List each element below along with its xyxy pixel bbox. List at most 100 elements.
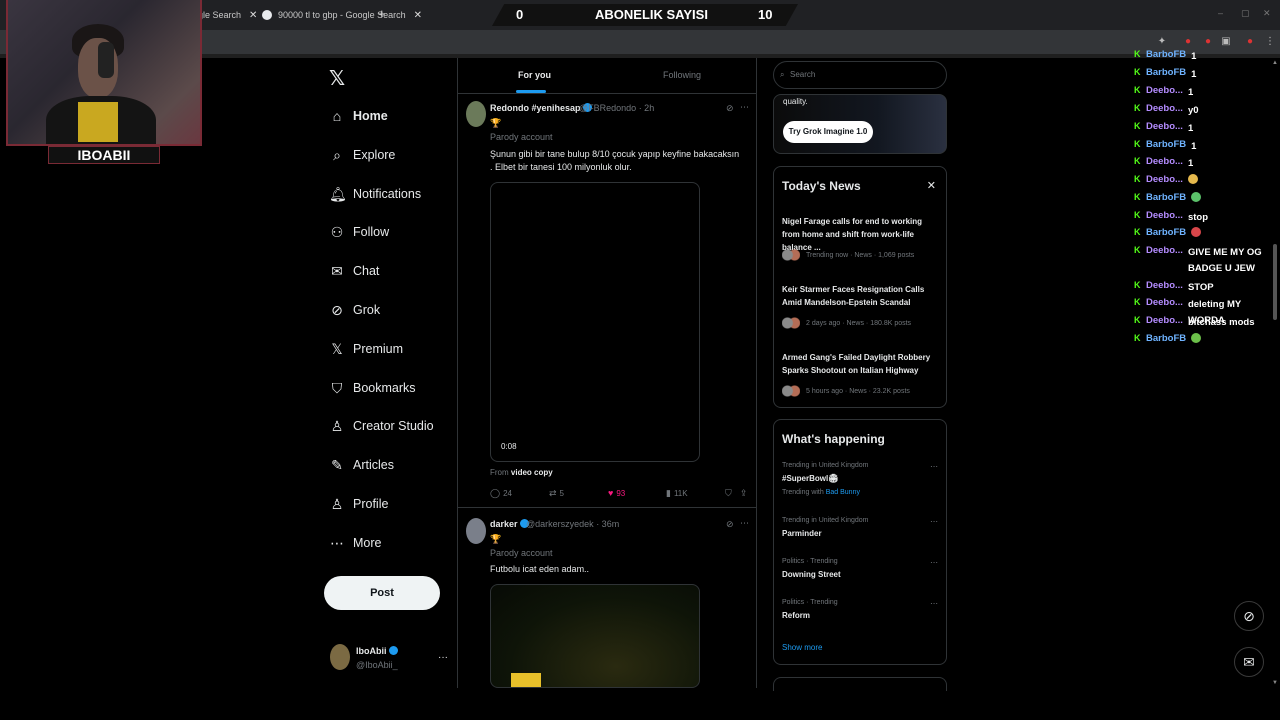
tab-for-you[interactable]: For you (518, 70, 551, 80)
nav-item-creator-studio[interactable]: ♙ Creator Studio (329, 415, 434, 437)
scrollbar-thumb[interactable] (1273, 244, 1277, 320)
bookmark-button[interactable]: ⛉ (725, 488, 735, 499)
chat-username[interactable]: Deebo... (1146, 245, 1183, 256)
messages-float-button[interactable]: ✉ (1234, 647, 1264, 677)
tab-following[interactable]: Following (663, 70, 701, 80)
nav-label: Premium (353, 342, 404, 356)
video-source[interactable]: From video copy (490, 468, 553, 477)
trend-name[interactable]: Downing Street (782, 570, 841, 579)
nav-item-articles[interactable]: ✎ Articles (329, 454, 394, 476)
extension-icon[interactable]: ✦ (1156, 36, 1168, 48)
close-icon[interactable]: ✕ (927, 179, 936, 192)
x-logo-icon[interactable]: 𝕏 (329, 66, 345, 91)
trend-name[interactable]: #SuperBowl🏟 (782, 474, 838, 483)
try-grok-button[interactable]: Try Grok Imagine 1.0 (783, 121, 873, 143)
extension-icon[interactable]: ● (1202, 36, 1214, 48)
chat-username[interactable]: Deebo... (1146, 315, 1183, 326)
chat-username[interactable]: BarboFB (1146, 49, 1186, 60)
grok-float-button[interactable]: ⊘ (1234, 601, 1264, 631)
nav-item-more[interactable]: ⋯ More (329, 532, 381, 554)
browser-tab[interactable]: 90000 tl to gbp - Google Search ✕ (254, 4, 430, 26)
chat-message: K Deebo... (1134, 174, 1198, 190)
scroll-down-icon[interactable]: ▼ (1272, 680, 1278, 686)
grok-icon[interactable]: ⊘ (726, 103, 734, 114)
search-input[interactable]: ⌕ Search (773, 61, 947, 89)
chat-username[interactable]: BarboFB (1146, 333, 1186, 344)
chat-message: K Deebo... GIVE ME MY OG BADGE U JEW (1134, 245, 1268, 274)
tweet-author[interactable]: Redondo #yenihesap (490, 103, 592, 113)
tweet-more-icon[interactable]: ⋯ (740, 102, 749, 113)
avatar[interactable] (466, 101, 486, 127)
share-button[interactable]: ⇪ (740, 488, 751, 499)
chat-username[interactable]: BarboFB (1146, 67, 1186, 78)
tweet-video[interactable]: 0:08 (490, 182, 700, 462)
show-more-link[interactable]: Show more (782, 643, 822, 652)
trend-name[interactable]: Reform (782, 611, 810, 620)
views-icon: ▮ (666, 488, 671, 498)
chat-username[interactable]: BarboFB (1146, 192, 1186, 203)
chat-username[interactable]: Deebo... (1146, 297, 1183, 308)
nav-item-notifications[interactable]: 🔔︎ Notifications (329, 183, 421, 205)
nav-item-grok[interactable]: ⊘ Grok (329, 299, 380, 321)
chat-username[interactable]: Deebo... (1146, 85, 1183, 96)
chat-username[interactable]: Deebo... (1146, 280, 1183, 291)
trend-sub-link[interactable]: Bad Bunny (826, 489, 860, 496)
avatar[interactable] (466, 518, 486, 544)
trend-name[interactable]: Parminder (782, 529, 822, 538)
trend-more-icon[interactable]: ⋯ (930, 558, 938, 567)
views-button[interactable]: ▮ 11K (666, 488, 688, 499)
profile-avatar-icon[interactable]: ● (1244, 36, 1256, 48)
tweet-author[interactable]: darker (490, 519, 529, 529)
account-more-icon[interactable]: ··· (438, 652, 448, 663)
video-source-name: video copy (510, 468, 553, 477)
new-tab-button[interactable]: + (378, 6, 386, 21)
post-button[interactable]: Post (324, 576, 440, 610)
page-scrollbar[interactable]: ▲ ▼ (1272, 60, 1278, 688)
scroll-up-icon[interactable]: ▲ (1272, 60, 1278, 66)
nav-item-premium[interactable]: 𝕏 Premium (329, 338, 403, 360)
timeline: For you Following Redondo #yenihesap @FB… (457, 58, 757, 688)
tweet-handle[interactable]: @darkerszyedek · 36m (526, 519, 619, 529)
reply-button[interactable]: ◯ 24 (490, 488, 512, 499)
minimize-icon[interactable]: – (1218, 8, 1223, 18)
tweet-image[interactable] (490, 584, 700, 688)
grok-icon[interactable]: ⊘ (726, 519, 734, 530)
chat-text: 1 (1187, 87, 1194, 98)
news-headline[interactable]: Armed Gang's Failed Daylight Robbery Spa… (782, 351, 942, 377)
extension-icon[interactable]: ● (1182, 36, 1194, 48)
browser-menu-icon[interactable]: ⋮ (1264, 36, 1276, 48)
nav-item-follow[interactable]: ⚇ Follow (329, 221, 389, 243)
trend-more-icon[interactable]: ⋯ (930, 462, 938, 471)
tab-close-icon[interactable]: ✕ (414, 10, 422, 21)
close-window-icon[interactable]: ✕ (1263, 8, 1271, 19)
account-switcher[interactable]: IboAbii @IboAbii_ ··· (330, 644, 450, 674)
chat-username[interactable]: Deebo... (1146, 103, 1183, 114)
chat-username[interactable]: Deebo... (1146, 174, 1183, 185)
whats-happening-panel: What's happening Trending in United King… (773, 419, 947, 665)
bell-icon: 🔔︎ (329, 185, 347, 202)
trend-more-icon[interactable]: ⋯ (930, 517, 938, 526)
tweet-handle[interactable]: @FBRedondo · 2h (579, 103, 654, 113)
nav-item-home[interactable]: ⌂ Home (329, 105, 388, 127)
repost-button[interactable]: ⇄ 5 (549, 488, 564, 499)
news-meta-text: 2 days ago · News · 180.8K posts (806, 319, 912, 327)
kick-badge-icon: K (1134, 139, 1141, 149)
nav-item-profile[interactable]: ♙ Profile (329, 493, 389, 515)
maximize-icon[interactable]: ▢ (1241, 8, 1250, 19)
chat-username[interactable]: BarboFB (1146, 227, 1186, 238)
like-button[interactable]: ♥ 93 (608, 488, 625, 498)
nav-item-chat[interactable]: ✉ Chat (329, 260, 379, 282)
nav-item-explore[interactable]: ⌕ Explore (329, 144, 395, 166)
chat-username[interactable]: Deebo... (1146, 121, 1183, 132)
news-avatars (782, 317, 800, 329)
extensions-icon[interactable]: ▣ (1220, 36, 1232, 48)
trend-more-icon[interactable]: ⋯ (930, 599, 938, 608)
news-headline[interactable]: Keir Starmer Faces Resignation Calls Ami… (782, 283, 942, 309)
chat-username[interactable]: BarboFB (1146, 139, 1186, 150)
nav-item-bookmarks[interactable]: ⛉ Bookmarks (329, 377, 416, 399)
tweet-more-icon[interactable]: ⋯ (740, 518, 749, 529)
trend-context: Trending in United Kingdom (782, 462, 869, 469)
chat-username[interactable]: Deebo... (1146, 210, 1183, 221)
chat-username[interactable]: Deebo... (1146, 156, 1183, 167)
chat-text: bitchass mods (1187, 317, 1255, 328)
